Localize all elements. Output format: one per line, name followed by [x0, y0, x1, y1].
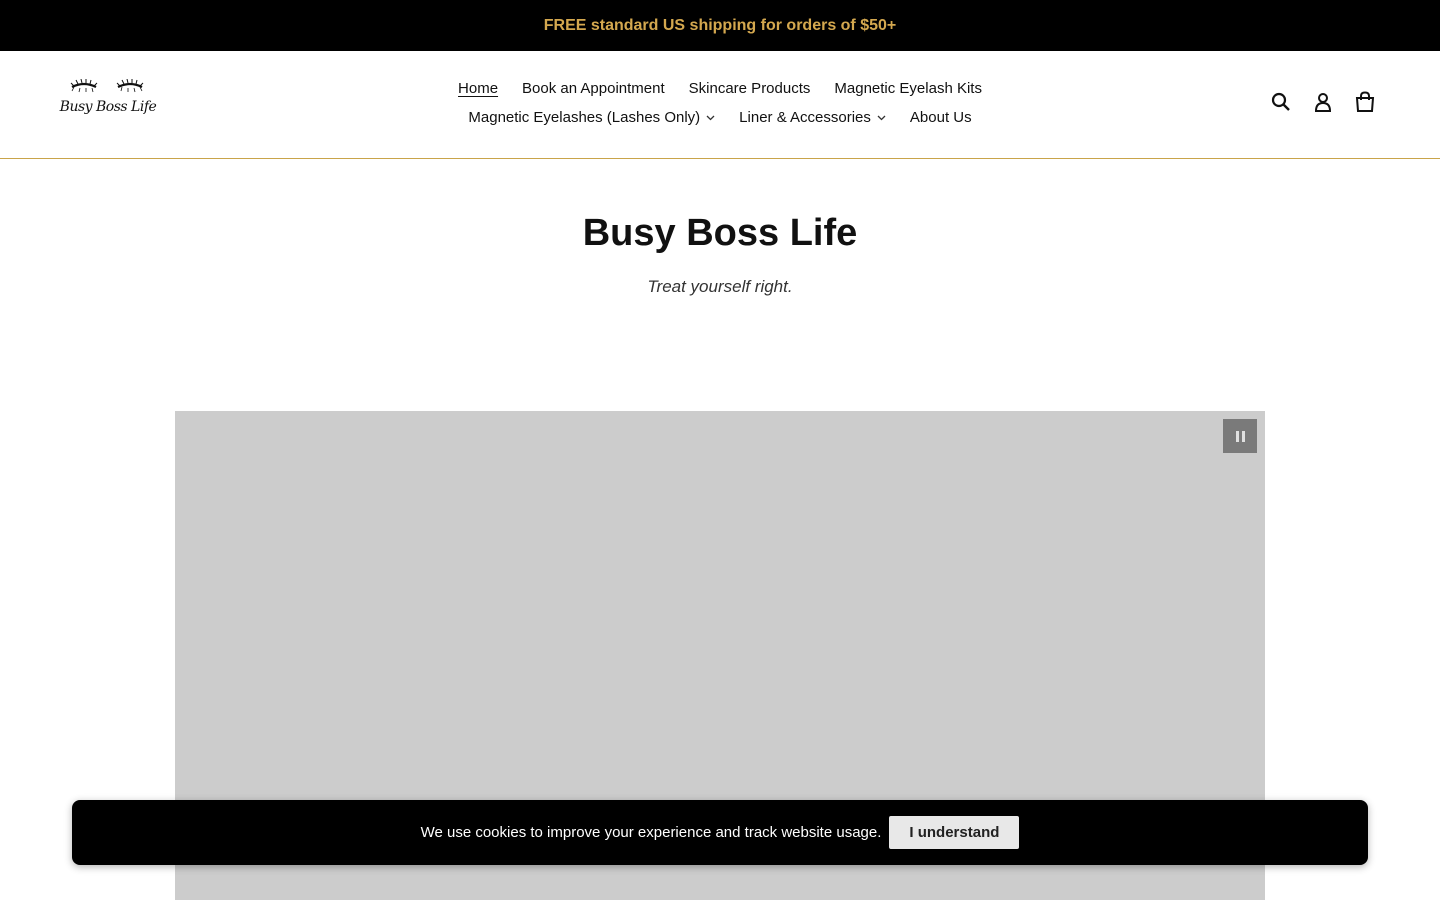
announcement-text: FREE standard US shipping for orders of … — [543, 16, 897, 34]
nav-row-1: Home Book an Appointment Skincare Produc… — [0, 80, 1440, 97]
cart-icon[interactable] — [1354, 91, 1376, 113]
nav-item-label: Magnetic Eyelashes (Lashes Only) — [468, 109, 701, 126]
main-nav: Home Book an Appointment Skincare Produc… — [0, 51, 1440, 159]
chevron-down-icon — [706, 115, 715, 120]
nav-item-skincare-products[interactable]: Skincare Products — [689, 80, 811, 97]
chevron-down-icon — [877, 115, 886, 120]
cookie-banner: We use cookies to improve your experienc… — [72, 800, 1368, 865]
nav-item-label: Skincare Products — [688, 80, 811, 97]
nav-item-magnetic-eyelash-kits[interactable]: Magnetic Eyelash Kits — [834, 80, 982, 97]
nav-row-2: Magnetic Eyelashes (Lashes Only) Liner &… — [0, 109, 1440, 126]
nav-item-label: Home — [458, 80, 499, 97]
nav-item-label: About Us — [909, 109, 972, 126]
nav-item-label: Liner & Accessories — [739, 109, 871, 126]
search-icon[interactable] — [1270, 91, 1292, 113]
page-subtitle: Treat yourself right. — [647, 277, 793, 296]
account-icon[interactable] — [1312, 91, 1334, 113]
site-header: Busy Boss Life Home Book an Appointment … — [0, 51, 1440, 159]
nav-item-about-us[interactable]: About Us — [910, 109, 972, 126]
header-icons — [1270, 91, 1376, 113]
nav-item-home[interactable]: Home — [458, 80, 498, 97]
cookie-accept-button[interactable]: I understand — [889, 816, 1020, 849]
nav-item-liner-accessories[interactable]: Liner & Accessories — [739, 109, 886, 126]
nav-item-label: Book an Appointment — [522, 80, 665, 97]
announcement-bar: FREE standard US shipping for orders of … — [0, 0, 1440, 51]
nav-item-book-appointment[interactable]: Book an Appointment — [522, 80, 665, 97]
nav-item-label: Magnetic Eyelash Kits — [834, 80, 982, 97]
cookie-text: We use cookies to improve your experienc… — [420, 824, 882, 841]
pause-icon[interactable] — [1223, 419, 1257, 453]
nav-item-magnetic-eyelashes[interactable]: Magnetic Eyelashes (Lashes Only) — [468, 109, 715, 126]
page-title: Busy Boss Life — [582, 212, 858, 254]
